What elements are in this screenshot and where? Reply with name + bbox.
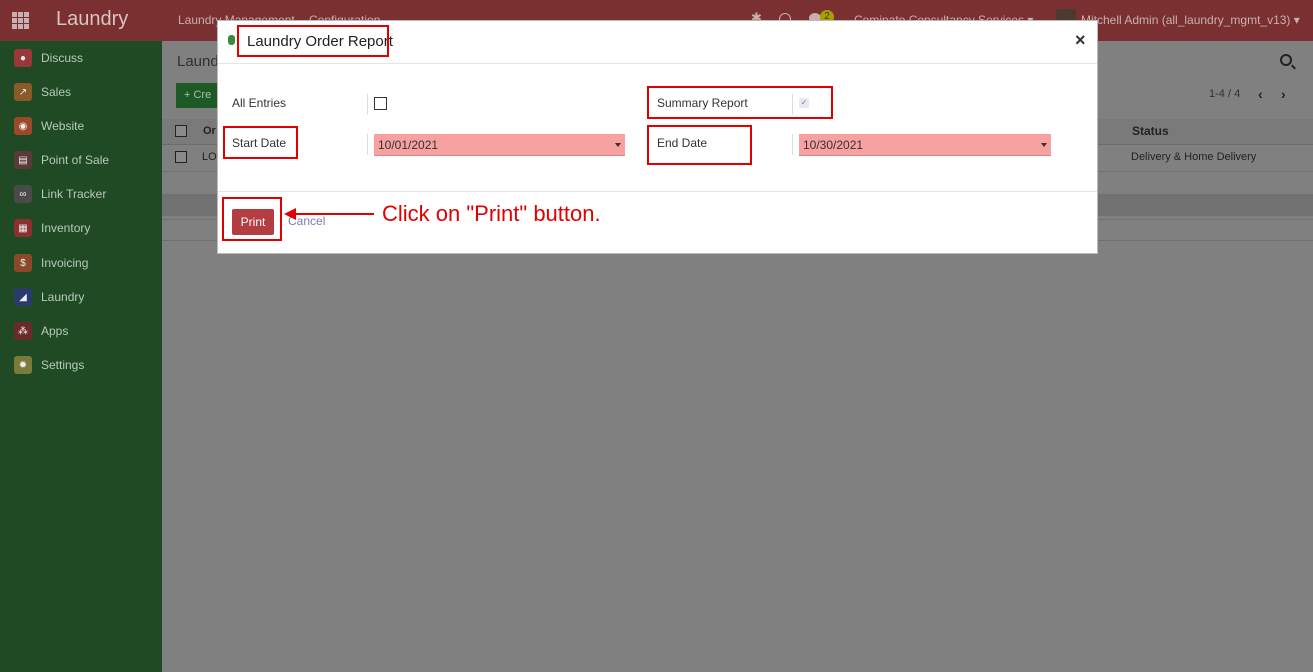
dialog-footer: Print Cancel (218, 191, 1097, 253)
highlight-start-date (223, 126, 298, 159)
sidebar-item-label: Laundry (41, 290, 85, 304)
sidebar-item-label: Invoicing (41, 256, 89, 270)
sidebar-item-website[interactable]: ◉ Website (14, 115, 84, 137)
discuss-icon: ● (14, 49, 32, 67)
pos-icon: ▤ (14, 151, 32, 169)
sidebar-item-sales[interactable]: ↗ Sales (14, 81, 71, 103)
apps-menu-icon[interactable] (12, 12, 29, 29)
page-title: Laund (177, 53, 219, 70)
select-all-checkbox[interactable] (175, 125, 187, 137)
start-date-value: 10/01/2021 (378, 138, 439, 152)
pager-next-icon[interactable]: › (1281, 86, 1286, 102)
sidebar-item-label: Website (41, 119, 85, 133)
annotation-arrow (292, 213, 374, 215)
pager-prev-icon[interactable]: ‹ (1258, 86, 1263, 102)
sidebar-item-label: Sales (41, 85, 72, 99)
all-entries-label: All Entries (232, 96, 287, 110)
sidebar-item-invoicing[interactable]: $ Invoicing (14, 252, 88, 274)
sidebar-item-label: Apps (41, 324, 69, 338)
create-button-label: Cre (193, 89, 212, 101)
sidebar-item-laundry[interactable]: ◢ Laundry (14, 286, 84, 308)
sidebar-item-point-of-sale[interactable]: ▤ Point of Sale (14, 149, 109, 171)
user-name: Mitchell Admin (all_laundry_mgmt_v13) (1081, 13, 1291, 27)
sidebar-item-label: Settings (41, 358, 85, 372)
sidebar-item-link-tracker[interactable]: ∞ Link Tracker (14, 183, 106, 205)
field-divider (367, 94, 368, 115)
inventory-icon: ▦ (14, 219, 32, 237)
website-icon: ◉ (14, 117, 32, 135)
chevron-down-icon (1041, 143, 1047, 147)
sidebar-item-label: Point of Sale (41, 153, 110, 167)
highlight-dialog-title (237, 25, 389, 57)
search-icon[interactable] (1280, 54, 1292, 66)
close-icon[interactable]: × (1075, 30, 1086, 51)
field-divider (792, 134, 793, 155)
apps-icon: ⁂ (14, 322, 32, 340)
column-order[interactable]: Or (203, 125, 216, 137)
sidebar-item-label: Link Tracker (41, 187, 107, 201)
sidebar-item-settings[interactable]: ✹ Settings (14, 354, 84, 376)
sidebar: ● Discuss ↗ Sales ◉ Website ▤ Point of S… (0, 41, 162, 672)
sales-icon: ↗ (14, 83, 32, 101)
highlight-summary-report (647, 86, 833, 119)
highlight-end-date (647, 125, 752, 165)
link-icon: ∞ (14, 185, 32, 203)
column-status[interactable]: Status (1132, 124, 1169, 138)
row-status: Delivery & Home Delivery (1131, 151, 1257, 163)
row-checkbox[interactable] (175, 151, 187, 163)
invoicing-icon: $ (14, 254, 32, 272)
user-menu[interactable]: Mitchell Admin (all_laundry_mgmt_v13) ▾ (1081, 13, 1300, 27)
bug-icon (228, 35, 235, 45)
end-date-value: 10/30/2021 (803, 138, 864, 152)
sidebar-item-label: Inventory (41, 221, 91, 235)
sidebar-item-inventory[interactable]: ▦ Inventory (14, 217, 90, 239)
highlight-print-button (222, 197, 282, 241)
all-entries-checkbox[interactable] (374, 97, 387, 110)
chevron-down-icon (615, 143, 621, 147)
row-order-ref: LO (202, 151, 217, 163)
start-date-field[interactable]: 10/01/2021 (374, 134, 625, 156)
arrow-left-icon (284, 208, 296, 220)
sidebar-item-label: Discuss (41, 51, 84, 65)
settings-icon: ✹ (14, 356, 32, 374)
create-button[interactable]: + Cre (176, 83, 222, 108)
sidebar-item-discuss[interactable]: ● Discuss (14, 47, 83, 69)
end-date-field[interactable]: 10/30/2021 (799, 134, 1051, 156)
laundry-icon: ◢ (14, 288, 32, 306)
annotation-text: Click on "Print" button. (382, 201, 601, 226)
sidebar-item-apps[interactable]: ⁂ Apps (14, 320, 68, 342)
app-brand: Laundry (56, 8, 129, 30)
pager-value: 1-4 / 4 (1209, 88, 1241, 100)
field-divider (367, 134, 368, 155)
